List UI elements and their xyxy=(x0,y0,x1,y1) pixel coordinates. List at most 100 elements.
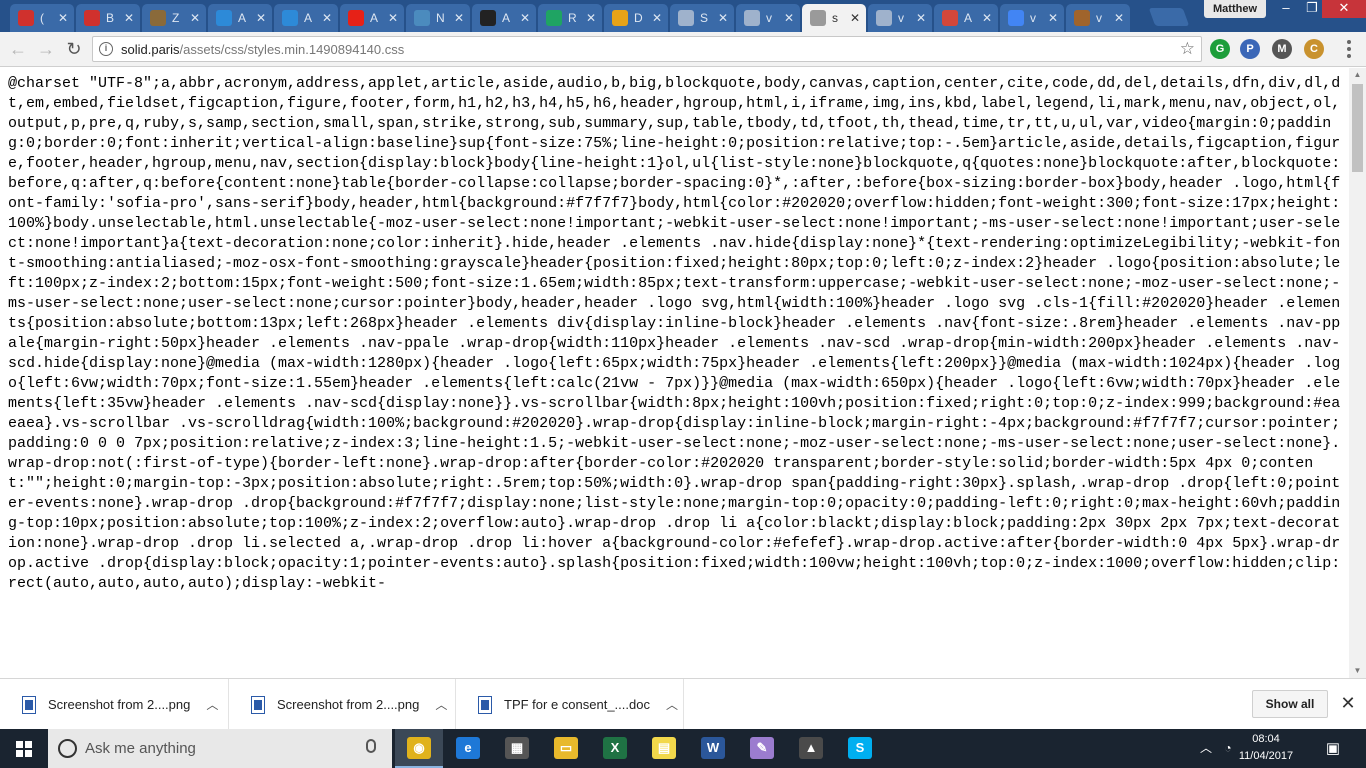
tab-close-icon[interactable]: ✕ xyxy=(1046,11,1060,25)
taskbar-clock[interactable]: 08:04 11/04/2017 xyxy=(1234,731,1298,765)
photos-taskbar-icon[interactable]: ▲ xyxy=(787,729,835,768)
download-shelf: Show all ✕ Screenshot from 2....png ︿ Scre… xyxy=(0,678,1366,730)
chevron-up-icon[interactable]: ︿ xyxy=(666,696,678,713)
microphone-icon[interactable] xyxy=(366,739,376,753)
scrollbar-thumb[interactable] xyxy=(1352,84,1363,172)
browser-tab[interactable]: S ✕ xyxy=(670,4,734,32)
tab-close-icon[interactable]: ✕ xyxy=(716,11,730,25)
download-item[interactable]: Screenshot from 2....png ︿ xyxy=(0,679,229,730)
cortana-icon xyxy=(58,739,77,758)
tab-close-icon[interactable]: ✕ xyxy=(980,11,994,25)
browser-tab[interactable]: v ✕ xyxy=(868,4,932,32)
edge-taskbar-icon[interactable]: e xyxy=(444,729,492,768)
paint-glyph-icon: ✎ xyxy=(750,737,774,759)
chevron-up-icon[interactable]: ︿ xyxy=(435,696,447,713)
tab-close-icon[interactable]: ✕ xyxy=(650,11,664,25)
browser-tab[interactable]: v ✕ xyxy=(1000,4,1064,32)
download-item[interactable]: Screenshot from 2....png ︿ xyxy=(229,679,456,730)
green-extension-icon[interactable]: G xyxy=(1210,39,1230,59)
tab-close-icon[interactable]: ✕ xyxy=(254,11,268,25)
youtube-icon xyxy=(348,10,364,26)
address-bar[interactable]: i solid.paris/assets/css/styles.min.1490… xyxy=(92,36,1202,62)
back-arrow-icon[interactable]: ← xyxy=(6,37,30,61)
cookie-extension-icon[interactable]: C xyxy=(1304,39,1324,59)
tray-chevron-icon[interactable]: ︿ xyxy=(1196,729,1216,768)
browser-tab[interactable]: A ✕ xyxy=(208,4,272,32)
file-explorer-taskbar-icon[interactable]: ▭ xyxy=(542,729,590,768)
browser-tab[interactable]: (✕ xyxy=(10,4,74,32)
forward-arrow-icon[interactable]: → xyxy=(34,37,58,61)
excel-taskbar-icon[interactable]: X xyxy=(591,729,639,768)
gmail-extension-icon[interactable]: M xyxy=(1272,39,1292,59)
show-all-button[interactable]: Show all xyxy=(1252,690,1328,718)
tab-close-icon[interactable]: ✕ xyxy=(782,11,796,25)
tab-close-icon[interactable]: ✕ xyxy=(122,11,136,25)
browser-tab[interactable]: B ✕ xyxy=(76,4,140,32)
paint-taskbar-icon[interactable]: ✎ xyxy=(738,729,786,768)
tab-close-icon[interactable]: ✕ xyxy=(1112,11,1126,25)
browser-menu-icon[interactable] xyxy=(1344,38,1354,60)
browser-tab[interactable]: A ✕ xyxy=(472,4,536,32)
person-extension-icon[interactable]: P xyxy=(1240,39,1260,59)
tab-title: A xyxy=(238,11,247,25)
browser-tab[interactable]: Z ✕ xyxy=(142,4,206,32)
scroll-down-icon[interactable]: ▼ xyxy=(1349,664,1366,678)
window-close-icon[interactable]: ✕ xyxy=(1322,0,1366,18)
skype-glyph-icon: S xyxy=(848,737,872,759)
minimize-icon[interactable]: ‒ xyxy=(1270,0,1302,18)
document-icon xyxy=(744,10,760,26)
taskbar-search[interactable]: Ask me anything xyxy=(48,729,392,768)
browser-tab[interactable]: R ✕ xyxy=(538,4,602,32)
sticky-notes-taskbar-icon[interactable]: ▤ xyxy=(640,729,688,768)
tab-close-icon[interactable]: ✕ xyxy=(584,11,598,25)
bug-icon xyxy=(1074,10,1090,26)
taskbar: Ask me anything ︿ ◔ 08:04 11/04/2017 ▣ ◉… xyxy=(0,729,1366,768)
notifications-icon[interactable]: ▣ xyxy=(1318,729,1348,768)
chevron-up-icon[interactable]: ︿ xyxy=(206,696,218,713)
tab-close-icon[interactable]: ✕ xyxy=(188,11,202,25)
tab-close-icon[interactable]: ✕ xyxy=(452,11,466,25)
word-taskbar-icon[interactable]: W xyxy=(689,729,737,768)
zillow-icon xyxy=(150,10,166,26)
red-wave-icon xyxy=(84,10,100,26)
sticky-notes-glyph-icon: ▤ xyxy=(652,737,676,759)
bookmark-star-icon[interactable]: ☆ xyxy=(1180,39,1195,59)
browser-tab[interactable]: s ✕ xyxy=(802,4,866,32)
browser-tab[interactable]: v ✕ xyxy=(736,4,800,32)
browser-tab[interactable]: D ✕ xyxy=(604,4,668,32)
tab-close-icon[interactable]: ✕ xyxy=(518,11,532,25)
calculator-taskbar-icon[interactable]: ▦ xyxy=(493,729,541,768)
document-icon xyxy=(876,10,892,26)
start-button[interactable] xyxy=(0,729,48,768)
calculator-glyph-icon: ▦ xyxy=(505,737,529,759)
profile-button[interactable]: Matthew xyxy=(1204,0,1266,18)
tab-title: S xyxy=(700,11,709,25)
browser-tab[interactable]: N ✕ xyxy=(406,4,470,32)
scroll-up-icon[interactable]: ▲ xyxy=(1349,68,1366,82)
tab-title: D xyxy=(634,11,643,25)
browser-tab[interactable]: A ✕ xyxy=(934,4,998,32)
tab-title: A xyxy=(370,11,379,25)
vertical-scrollbar[interactable]: ▲ ▼ xyxy=(1349,68,1366,678)
tab-close-icon[interactable]: ✕ xyxy=(56,11,70,25)
tab-close-icon[interactable]: ✕ xyxy=(914,11,928,25)
file-icon xyxy=(22,695,36,714)
tab-close-icon[interactable]: ✕ xyxy=(320,11,334,25)
close-shelf-icon[interactable]: ✕ xyxy=(1338,692,1358,714)
skype-taskbar-icon[interactable]: S xyxy=(836,729,884,768)
browser-tab[interactable]: v ✕ xyxy=(1066,4,1130,32)
browser-tab[interactable]: A ✕ xyxy=(274,4,338,32)
download-item[interactable]: TPF for e consent_....doc ︿ xyxy=(456,679,684,730)
chrome-taskbar-icon[interactable]: ◉ xyxy=(395,729,443,768)
new-tab-button[interactable] xyxy=(1148,8,1190,26)
tab-close-icon[interactable]: ✕ xyxy=(386,11,400,25)
tab-title: Z xyxy=(172,11,180,25)
tab-close-icon[interactable]: ✕ xyxy=(848,11,862,25)
reload-icon[interactable]: ↻ xyxy=(62,37,86,61)
address-url[interactable]: solid.paris/assets/css/styles.min.149089… xyxy=(121,42,404,57)
tab-title: N xyxy=(436,11,445,25)
maximize-icon[interactable]: ❐ xyxy=(1302,0,1322,18)
tab-title: A xyxy=(304,11,313,25)
browser-tab[interactable]: A ✕ xyxy=(340,4,404,32)
info-icon[interactable]: i xyxy=(99,42,113,56)
